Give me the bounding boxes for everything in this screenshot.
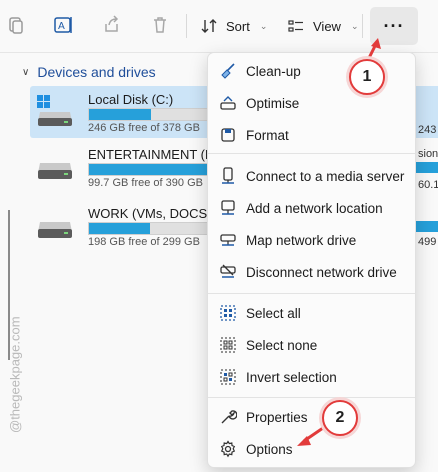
callout-badge-2: 2 [322, 400, 358, 436]
arrow-head-icon [371, 38, 381, 49]
callout-badge-1: 1 [349, 59, 385, 95]
